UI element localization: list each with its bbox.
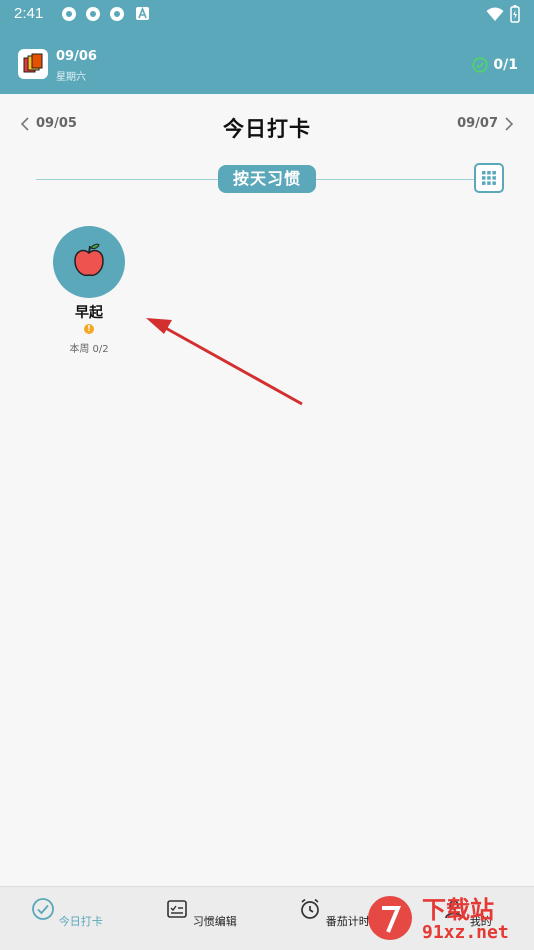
habit-mode-bar: 按天习惯	[36, 163, 506, 195]
battery-icon	[510, 5, 520, 23]
chevron-right-icon	[505, 116, 514, 131]
progress-count: 0/1	[493, 57, 518, 73]
habit-name: 早起	[75, 305, 103, 321]
header-weekday: 星期六	[56, 72, 86, 83]
next-day-label: 09/07	[457, 116, 498, 131]
app-notification-icon	[86, 7, 100, 21]
check-circle-icon	[472, 57, 488, 73]
calendar-grid-button[interactable]	[474, 163, 504, 193]
check-circle-icon	[32, 898, 55, 920]
habit-icon-circle[interactable]	[53, 226, 125, 298]
status-bar: 2:41	[0, 0, 534, 30]
alarm-clock-icon	[301, 898, 320, 919]
date-navigation: 09/05 今日打卡 09/07	[0, 104, 534, 148]
edit-list-icon	[167, 900, 188, 918]
habit-week-progress: 本周 0/2	[69, 344, 109, 355]
wifi-icon	[486, 7, 504, 21]
tab-habit-edit[interactable]: 习惯编辑	[156, 897, 246, 929]
next-day-button[interactable]: 09/07	[457, 116, 514, 131]
tab-label: 习惯编辑	[192, 915, 237, 928]
habit-item[interactable]: 早起 ! 本周 0/2	[48, 226, 130, 355]
watermark-url: 91xz.net	[422, 922, 509, 943]
daily-progress[interactable]: 0/1	[472, 57, 518, 73]
apple-icon	[74, 243, 104, 277]
app-header: 09/06 星期六 0/1	[0, 30, 534, 94]
tab-today-checkin[interactable]: 今日打卡	[22, 897, 112, 929]
app-notification-icon	[62, 7, 76, 21]
page-title: 今日打卡	[223, 117, 311, 141]
watermark-title: 下载站	[422, 896, 494, 924]
warning-icon: !	[84, 324, 94, 334]
cards-icon	[23, 53, 43, 73]
tab-label: 今日打卡	[58, 915, 103, 928]
a-notification-icon	[136, 6, 149, 20]
app-logo[interactable]	[18, 49, 48, 79]
mode-toggle-button[interactable]: 按天习惯	[218, 165, 316, 193]
status-time: 2:41	[14, 5, 44, 22]
site-watermark: 下载站 91xz.net	[364, 888, 532, 948]
header-date: 09/06	[56, 49, 97, 64]
grid-icon	[482, 171, 496, 185]
app-notification-icon	[110, 7, 124, 21]
